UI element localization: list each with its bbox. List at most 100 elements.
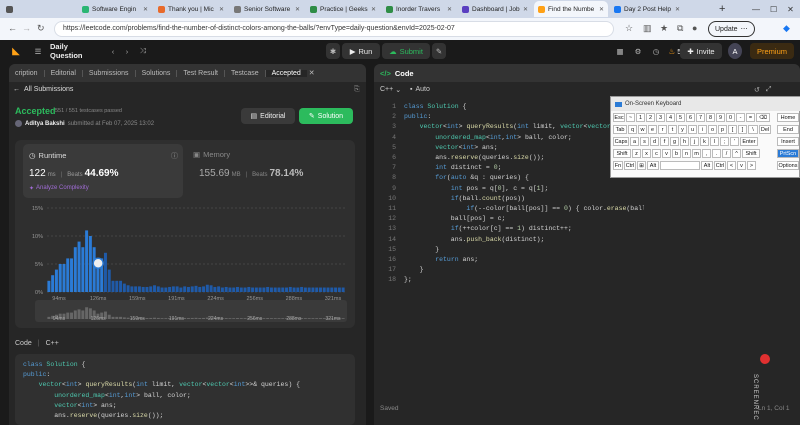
timer-icon[interactable]: ◷ [650,43,662,59]
tab-testcase[interactable]: Testcase [225,69,266,77]
key[interactable]: 2 [646,113,655,122]
close-tab-icon[interactable]: ✕ [307,69,317,77]
histogram-bar[interactable] [326,287,330,292]
close-tab-icon[interactable]: ✕ [143,6,148,13]
histogram-bar[interactable] [247,286,251,292]
histogram-bar[interactable] [81,247,85,292]
key[interactable]: - [736,113,745,122]
key[interactable]: c [652,149,661,158]
key[interactable]: 1 [636,113,645,122]
tab-submissions[interactable]: Submissions [83,69,136,77]
auto-toggle[interactable]: ▪ Auto [410,86,430,93]
histogram-bar[interactable] [145,286,149,292]
key[interactable]: j [690,137,699,146]
close-tab-icon[interactable]: ✕ [675,6,680,13]
favorites-icon[interactable]: ★ [660,23,668,34]
avatar[interactable]: A [728,43,742,59]
histogram-bar[interactable] [149,286,153,292]
histogram-bar[interactable] [217,286,221,292]
histogram-bar[interactable] [107,269,111,292]
histogram-bar[interactable] [202,286,206,292]
reload-icon[interactable]: ↻ [37,23,45,34]
histogram-bar[interactable] [186,286,190,292]
histogram-bar[interactable] [315,287,319,292]
histogram-bar[interactable] [171,286,175,292]
close-tab-icon[interactable]: ✕ [447,6,452,13]
key[interactable]: Esc [613,113,625,122]
debug-icon[interactable]: ✱ [326,43,340,59]
key[interactable]: x [642,149,651,158]
key[interactable]: t [668,125,677,134]
key[interactable]: Enter [740,137,758,146]
maximize-icon[interactable]: ☐ [770,5,777,14]
key[interactable]: l [710,137,719,146]
key[interactable]: 0 [726,113,735,122]
histogram-bar[interactable] [156,286,160,292]
histogram-bar[interactable] [175,286,179,292]
histogram-bar[interactable] [160,287,164,292]
key[interactable]: h [680,137,689,146]
split-screen-icon[interactable]: ▥ [643,23,652,34]
histogram-bar[interactable] [330,287,334,292]
tab-accepted[interactable]: Accepted [265,69,307,77]
key[interactable]: q [628,125,637,134]
close-tab-icon[interactable]: ✕ [371,6,376,13]
key[interactable]: 4 [666,113,675,122]
key[interactable]: i [698,125,707,134]
collections-icon[interactable]: ⧉ [677,23,683,34]
histogram-bar[interactable] [164,287,168,292]
histogram-bar[interactable] [281,287,285,292]
histogram-bar[interactable] [251,287,255,292]
key[interactable]: z [632,149,641,158]
key[interactable]: Alt [647,161,659,170]
histogram-bar[interactable] [134,286,138,292]
browser-tab[interactable]: Inorder Travers ✕ [382,1,456,17]
key[interactable]: 8 [706,113,715,122]
histogram-bar[interactable] [258,287,262,292]
histogram-bar[interactable] [254,287,258,292]
histogram-bar[interactable] [213,286,217,292]
histogram-bar[interactable] [266,286,270,292]
reset-icon[interactable]: ↺ [754,86,760,94]
histogram-bar[interactable] [318,287,322,292]
histogram-bar[interactable] [179,287,183,292]
key[interactable]: Insert [777,137,799,146]
tab-solutions[interactable]: Solutions [136,69,178,77]
analyze-complexity-link[interactable]: ✦ Analyze Complexity [29,185,89,192]
key[interactable]: k [700,137,709,146]
histogram-bar[interactable] [209,285,213,292]
key[interactable]: r [658,125,667,134]
code-tab[interactable]: </> Code [374,64,800,82]
key[interactable]: = [746,113,755,122]
key[interactable]: ⌫ [756,113,770,122]
star-icon[interactable]: ☆ [625,23,633,34]
close-tab-icon[interactable]: ✕ [523,6,528,13]
key[interactable]: ; [720,137,729,146]
key[interactable]: m [692,149,701,158]
leetcode-logo-icon[interactable]: ◣ [8,43,24,59]
solution-button[interactable]: ✎ Solution [299,108,353,124]
histogram-bar[interactable] [141,286,145,292]
key[interactable]: Alt [701,161,713,170]
key[interactable]: Ctrl [624,161,636,170]
histogram-bar[interactable] [66,258,70,292]
key[interactable] [660,161,700,170]
tab-test-result[interactable]: Test Result [177,69,225,77]
run-button[interactable]: ▶ Run [342,43,380,59]
key[interactable]: End [777,125,799,134]
browser-tab[interactable]: Practice | Geeks ✕ [306,1,380,17]
key[interactable]: o [708,125,717,134]
all-submissions-link[interactable]: ← All Submissions [13,86,73,93]
browser-tab[interactable]: Day 2 Post Help ✕ [610,1,684,17]
key[interactable]: Del [759,125,771,134]
window-controls[interactable]: — ☐ ✕ [748,1,798,17]
histogram-bar[interactable] [73,247,77,292]
key[interactable]: / [722,149,731,158]
histogram-bar[interactable] [285,287,289,292]
histogram-bar[interactable] [236,286,239,292]
settings-icon[interactable]: ⚙ [632,43,644,59]
key[interactable]: ] [738,125,747,134]
histogram-bar[interactable] [62,264,66,292]
key[interactable]: Shift [613,149,631,158]
histogram-bar[interactable] [334,287,338,292]
